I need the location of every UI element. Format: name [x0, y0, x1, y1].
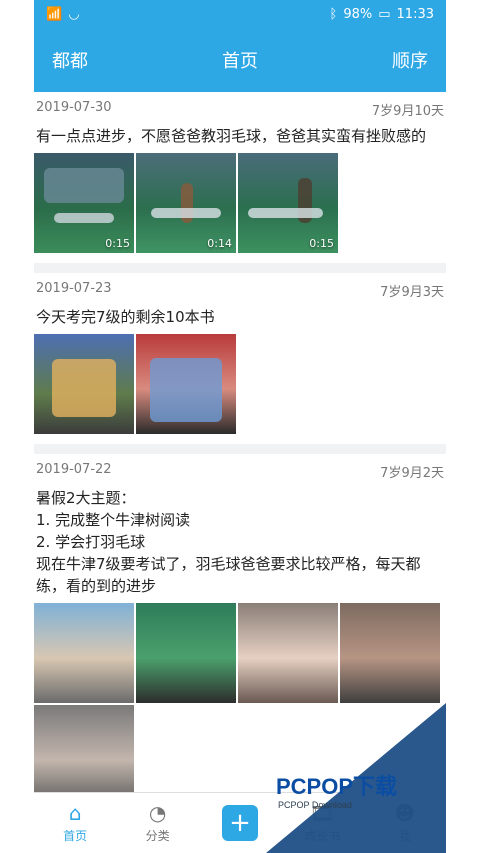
post-meta: 2019-07-23 7岁9月3天 [34, 281, 446, 300]
post-age: 7岁9月10天 [371, 104, 444, 119]
sort-order-button[interactable]: 顺序 [392, 47, 428, 73]
post-text: 有一点点进步，不愿爸爸教羽毛球，爸爸其实蛮有挫败感的 [36, 127, 427, 145]
photo-thumbnail[interactable] [34, 603, 134, 703]
child-switch-button[interactable]: 都都 [52, 47, 88, 73]
tab-growth-book[interactable]: 🎞 成长书 [287, 803, 357, 844]
video-thumbnail[interactable]: 0:14 [136, 153, 236, 253]
add-button[interactable]: + [221, 805, 258, 841]
post-age: 7岁9月2天 [380, 466, 444, 481]
feed[interactable]: 2019-07-30 7岁9月10天 有一点点进步，不愿爸爸教羽毛球，爸爸其实蛮… [34, 92, 446, 793]
time-text: 11:33 [396, 6, 434, 22]
tab-label: 首页 [63, 828, 88, 843]
tab-label: 分类 [145, 828, 170, 843]
tab-add[interactable]: + [205, 805, 275, 841]
user-icon: ☻ [394, 800, 416, 825]
post-meta: 2019-07-30 7岁9月10天 [34, 100, 446, 119]
photo-thumbnail[interactable] [340, 603, 440, 703]
status-bar: 📶 ◡ ᛒ 98% ▭ 11:33 [34, 0, 446, 28]
media-grid: 0:15 0:14 0:15 [34, 153, 446, 253]
wifi-icon: ◡ [68, 6, 80, 22]
photo-thumbnail[interactable] [34, 334, 134, 434]
post-date: 2019-07-23 [36, 281, 112, 296]
post-date: 2019-07-22 [36, 462, 112, 477]
phone-screen: 📶 ◡ ᛒ 98% ▭ 11:33 都都 首页 顺序 2019-07-30 7岁… [34, 0, 446, 853]
post-card[interactable]: 2019-07-22 7岁9月2天 暑假2大主题： 1. 完成整个牛津树阅读 2… [34, 454, 446, 793]
page-title: 首页 [222, 51, 258, 72]
video-duration: 0:15 [105, 237, 130, 250]
video-duration: 0:14 [207, 237, 232, 250]
media-grid [34, 603, 446, 793]
tab-me[interactable]: ☻ 我 [370, 803, 440, 844]
tab-category[interactable]: ◔ 分类 [123, 803, 193, 844]
app-header: 都都 首页 顺序 [34, 28, 446, 92]
video-thumbnail[interactable]: 0:15 [238, 153, 338, 253]
video-thumbnail[interactable]: 0:15 [34, 153, 134, 253]
film-icon: 🎞 [309, 800, 336, 825]
tab-home[interactable]: ⌂ 首页 [40, 803, 110, 844]
post-age: 7岁9月3天 [380, 285, 444, 300]
battery-text: 98% [343, 6, 373, 22]
battery-icon: ▭ [378, 6, 391, 22]
signal-icon: 📶 [46, 6, 63, 22]
post-card[interactable]: 2019-07-30 7岁9月10天 有一点点进步，不愿爸爸教羽毛球，爸爸其实蛮… [34, 92, 446, 263]
post-meta: 2019-07-22 7岁9月2天 [34, 462, 446, 481]
post-text: 今天考完7级的剩余10本书 [36, 308, 215, 326]
post-card[interactable]: 2019-07-23 7岁9月3天 今天考完7级的剩余10本书 [34, 273, 446, 444]
photo-thumbnail[interactable] [34, 705, 134, 793]
bluetooth-icon: ᛒ [329, 6, 338, 22]
media-grid [34, 334, 446, 434]
photo-thumbnail[interactable] [136, 334, 236, 434]
photo-thumbnail[interactable] [136, 603, 236, 703]
category-icon: ◔ [148, 800, 167, 825]
tab-label: 我 [398, 828, 411, 843]
post-text: 暑假2大主题： 1. 完成整个牛津树阅读 2. 学会打羽毛球 现在牛津7级要考试… [36, 489, 421, 595]
bottom-tabbar: ⌂ 首页 ◔ 分类 + 🎞 成长书 ☻ 我 [34, 792, 446, 853]
photo-thumbnail[interactable] [238, 603, 338, 703]
post-date: 2019-07-30 [36, 100, 112, 115]
home-icon: ⌂ [68, 800, 82, 825]
video-duration: 0:15 [309, 237, 334, 250]
tab-label: 成长书 [304, 828, 341, 843]
